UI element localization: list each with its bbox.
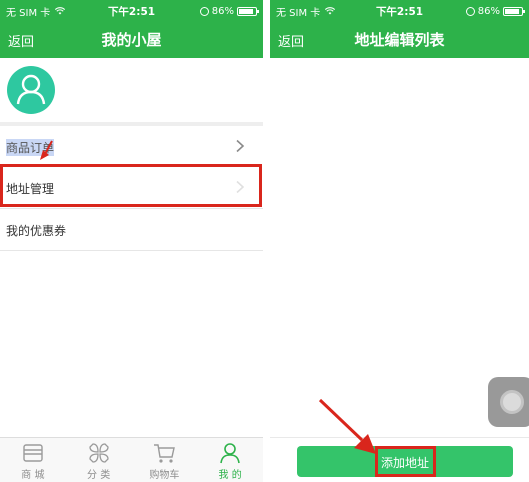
battery-fill <box>505 8 519 14</box>
store-icon <box>23 444 43 462</box>
tab-category[interactable]: 分 类 <box>66 438 132 482</box>
tab-label: 我 的 <box>218 470 242 481</box>
menu-item-label: 商品订单 <box>6 139 55 156</box>
battery-percent: 86% <box>477 5 500 17</box>
screen-divider <box>263 0 270 482</box>
orientation-lock-icon <box>199 6 209 16</box>
tab-mine[interactable]: 我 的 <box>197 438 263 482</box>
battery-fill <box>239 8 253 14</box>
screen-address-list: 无 SIM 卡 下午2:51 86% 返回 地址编辑列表 添加地址 <box>270 0 529 482</box>
assistive-touch-button[interactable] <box>488 377 529 427</box>
user-icon <box>16 74 46 105</box>
add-address-button[interactable]: 添加地址 <box>297 446 513 477</box>
menu-item-label: 地址管理 <box>6 182 55 196</box>
category-icon <box>88 443 109 463</box>
tab-store[interactable]: 商 城 <box>0 438 66 482</box>
assistive-touch-icon <box>500 390 524 414</box>
chevron-right-icon <box>236 139 245 153</box>
profile-header <box>0 58 263 122</box>
tab-label: 购物车 <box>149 470 180 481</box>
orientation-lock-icon <box>465 6 475 16</box>
tab-cart[interactable]: 购物车 <box>132 438 198 482</box>
menu-item-orders[interactable]: 商品订单 <box>0 126 263 168</box>
nav-bar: 返回 我的小屋 <box>0 22 263 58</box>
tab-label: 分 类 <box>87 470 111 481</box>
battery-icon <box>237 6 259 16</box>
cart-icon <box>154 444 176 463</box>
add-address-label: 添加地址 <box>380 456 429 470</box>
tab-label: 商 城 <box>21 470 45 481</box>
tab-bar: 商 城 分 类 购物车 我 的 <box>0 437 263 482</box>
nav-bar: 返回 地址编辑列表 <box>270 22 529 58</box>
page-title: 我的小屋 <box>101 31 162 49</box>
back-button[interactable]: 返回 <box>278 31 304 50</box>
chevron-right-icon <box>236 180 245 194</box>
status-bar: 无 SIM 卡 下午2:51 86% <box>0 0 263 22</box>
menu-item-address[interactable]: 地址管理 <box>0 167 263 209</box>
battery-percent: 86% <box>211 5 234 17</box>
menu-item-label: 我的优惠券 <box>6 224 67 238</box>
avatar[interactable] <box>7 66 55 114</box>
battery-icon <box>503 6 525 16</box>
screen-my-house: 无 SIM 卡 下午2:51 86% 返回 我的小屋 商品订单 地址管理 我的优… <box>0 0 263 482</box>
status-bar: 无 SIM 卡 下午2:51 86% <box>270 0 529 22</box>
back-button[interactable]: 返回 <box>8 31 34 50</box>
page-title: 地址编辑列表 <box>354 31 445 49</box>
menu-item-coupons[interactable]: 我的优惠券 <box>0 209 263 251</box>
profile-icon <box>220 443 240 464</box>
